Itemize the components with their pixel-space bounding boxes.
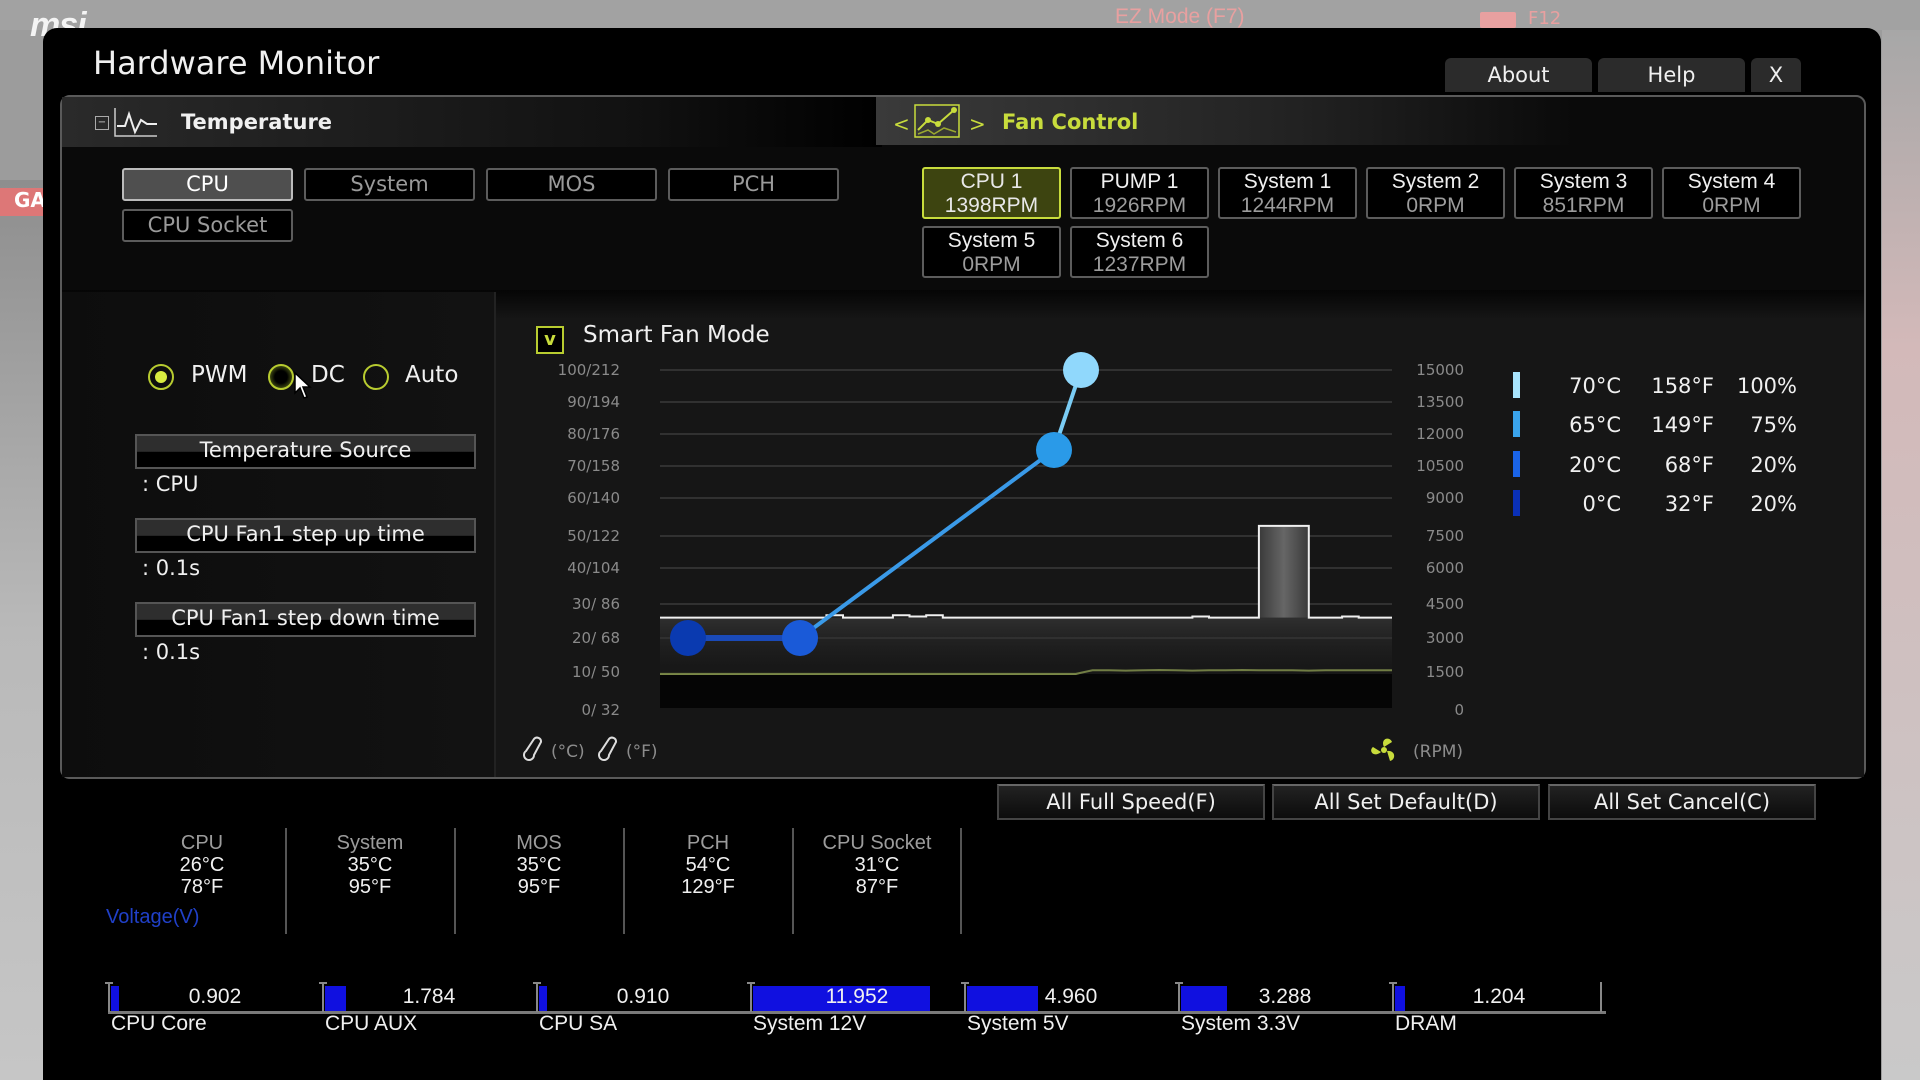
voltage-value: 0.902 [188, 985, 242, 1008]
temp-readout-divider [960, 828, 962, 934]
voltage-name: System 5V [967, 1012, 1069, 1035]
fan-curve-point[interactable] [1063, 352, 1099, 388]
voltage-value: 1.204 [1472, 985, 1526, 1008]
legend-celsius: 65°C [1569, 413, 1621, 437]
voltage-value: 3.288 [1258, 985, 1312, 1008]
legend-percent: 100% [1736, 374, 1797, 398]
legend-fahrenheit: 158°F [1651, 374, 1714, 398]
fan-curve-point[interactable] [782, 620, 818, 656]
temp-readout-cpu-socket: CPU Socket 31°C 87°F [793, 832, 961, 898]
thermometer-fahrenheit-icon [598, 736, 617, 761]
celsius-unit-label: (°C) [551, 742, 585, 762]
legend-celsius: 70°C [1569, 374, 1621, 398]
temp-readout-celsius: 35°C [516, 854, 562, 876]
voltage-value: 4.960 [1044, 985, 1098, 1008]
rpm-unit-label: (RPM) [1413, 742, 1463, 762]
fan-curve-point[interactable] [1036, 432, 1072, 468]
voltage-bar: 0.910 [533, 982, 750, 1014]
fahrenheit-unit-label: (°F) [626, 742, 658, 762]
temp-readout-celsius: 54°C [685, 854, 731, 876]
voltage-value: 0.910 [616, 985, 670, 1008]
temp-readout-name: CPU [180, 832, 224, 854]
voltage-bar: 1.784 [319, 982, 536, 1014]
legend-fahrenheit: 32°F [1664, 492, 1714, 516]
voltage-name: CPU AUX [325, 1012, 418, 1035]
all-set-default-button[interactable]: All Set Default(D) [1272, 784, 1540, 820]
rpm-history-band [660, 617, 1392, 674]
temp-readout-celsius: 26°C [179, 854, 225, 876]
legend-fahrenheit: 68°F [1664, 453, 1714, 477]
voltage-value: 1.784 [402, 985, 456, 1008]
voltage-bar: 11.952 [747, 982, 964, 1014]
fan-curve-point[interactable] [670, 620, 706, 656]
temp-readout-celsius: 35°C [347, 854, 393, 876]
temp-readout-name: MOS [516, 832, 562, 854]
legend-celsius: 0°C [1582, 492, 1621, 516]
rpm-spike-fill [1258, 525, 1309, 618]
legend-celsius: 20°C [1569, 453, 1621, 477]
temp-readout-cpu: CPU 26°C 78°F [118, 832, 286, 898]
temp-readout-fahrenheit: 95°F [517, 876, 561, 898]
voltage-bar: 4.960 [961, 982, 1178, 1014]
voltage-bar: 0.902 [105, 982, 322, 1014]
voltage-name: CPU SA [539, 1012, 618, 1035]
voltage-name: DRAM [1395, 1012, 1457, 1035]
voltage-bar-end-tick [1600, 982, 1602, 1012]
temp-readout-fahrenheit: 95°F [348, 876, 392, 898]
legend-color-swatch [1513, 490, 1520, 516]
legend-percent: 20% [1750, 453, 1797, 477]
temp-readout-system: System 35°C 95°F [286, 832, 454, 898]
voltage-value: 11.952 [825, 985, 889, 1008]
voltage-name: System 12V [753, 1012, 867, 1035]
temp-readout-name: PCH [686, 832, 730, 854]
voltage-bar: 3.288 [1175, 982, 1392, 1014]
fan-curve-segment [798, 448, 1056, 640]
voltage-name: CPU Core [111, 1012, 207, 1035]
legend-color-swatch [1513, 411, 1520, 437]
temp-readout-name: CPU Socket [822, 832, 932, 854]
temp-readout-celsius: 31°C [854, 854, 900, 876]
legend-percent: 75% [1750, 413, 1797, 437]
temp-readout-pch: PCH 54°C 129°F [624, 832, 792, 898]
temp-readout-fahrenheit: 78°F [180, 876, 224, 898]
temp-readout-mos: MOS 35°C 95°F [455, 832, 623, 898]
temp-readout-fahrenheit: 129°F [681, 876, 735, 898]
temp-readout-fahrenheit: 87°F [855, 876, 899, 898]
temp-readout-name: System [336, 832, 404, 854]
legend-fahrenheit: 149°F [1651, 413, 1714, 437]
all-full-speed-button[interactable]: All Full Speed(F) [997, 784, 1265, 820]
legend-percent: 20% [1750, 492, 1797, 516]
legend-color-swatch [1513, 451, 1520, 477]
thermometer-celsius-icon [523, 736, 542, 761]
fan-icon [1371, 738, 1395, 761]
all-set-cancel-button[interactable]: All Set Cancel(C) [1548, 784, 1816, 820]
legend-color-swatch [1513, 372, 1520, 398]
voltage-bar: 1.204 [1389, 982, 1606, 1014]
temperature-history-band [660, 674, 1392, 708]
voltage-title[interactable]: Voltage(V) [106, 906, 199, 929]
voltage-name: System 3.3V [1181, 1012, 1301, 1035]
